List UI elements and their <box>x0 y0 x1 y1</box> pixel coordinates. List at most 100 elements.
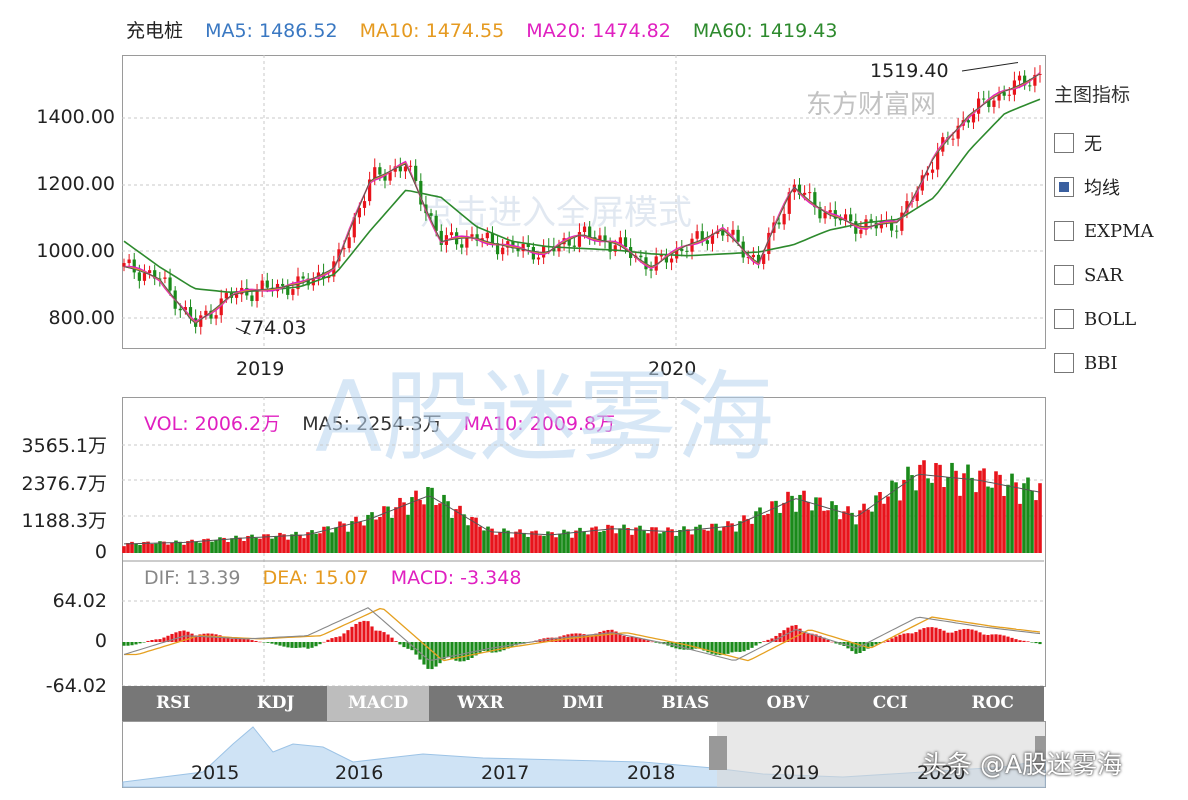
candle-body <box>966 120 970 123</box>
volume-bar <box>858 510 862 553</box>
tab-macd[interactable]: MACD <box>326 686 430 721</box>
candle-body <box>291 289 295 295</box>
macd-bar <box>898 634 902 642</box>
volume-bar <box>558 533 562 553</box>
volume-bar <box>194 541 198 553</box>
candle-body <box>736 229 740 242</box>
macd-bar <box>726 642 730 654</box>
candle-body <box>168 277 172 291</box>
macd-bar <box>830 641 834 643</box>
macd-bar <box>906 633 910 642</box>
volume-bar <box>806 501 810 553</box>
macd-bar <box>986 634 990 642</box>
candle-body <box>1017 75 1022 81</box>
macd-bar <box>606 629 610 642</box>
volume-bar <box>306 532 310 553</box>
volume-bar <box>766 513 770 553</box>
overview-navigator[interactable]: 2015 2016 2017 2018 2019 2020 <box>122 721 1046 788</box>
volume-bar <box>350 521 354 553</box>
tab-roc[interactable]: ROC <box>942 686 1044 721</box>
tab-rsi[interactable]: RSI <box>122 686 224 721</box>
volume-bar <box>678 529 682 553</box>
volume-bar <box>270 538 274 553</box>
volume-bar <box>134 543 138 553</box>
tab-obv[interactable]: OBV <box>737 686 839 721</box>
volume-bar <box>602 530 606 553</box>
range-handle-left[interactable] <box>709 736 727 770</box>
tab-dmi[interactable]: DMI <box>532 686 634 721</box>
overview-year: 2019 <box>771 762 820 784</box>
volume-bar <box>958 495 962 553</box>
macd-bar <box>374 630 378 642</box>
volume-bar <box>1034 500 1038 553</box>
tab-cci[interactable]: CCI <box>839 686 941 721</box>
volume-bar <box>974 492 978 553</box>
macd-bar <box>358 621 362 642</box>
macd-bar <box>202 633 206 642</box>
volume-bar <box>954 470 958 553</box>
tab-bias[interactable]: BIAS <box>634 686 736 721</box>
tab-kdj[interactable]: KDJ <box>224 686 326 721</box>
macd-bar <box>870 642 874 647</box>
macd-bar <box>1038 642 1042 645</box>
volume-bar <box>810 510 814 553</box>
candle-body <box>572 245 576 247</box>
macd-bar <box>274 642 278 645</box>
volume-bar <box>366 514 370 553</box>
macd-bar <box>138 642 142 644</box>
indicator-tabs: RSI KDJ MACD WXR DMI BIAS OBV CCI ROC <box>122 686 1044 721</box>
volume-bar <box>986 486 990 553</box>
volume-bar <box>662 531 666 553</box>
volume-bar <box>842 511 846 553</box>
macd-bar <box>126 642 130 646</box>
ma60-line <box>123 98 1041 294</box>
overview-year: 2015 <box>191 762 240 784</box>
candle-body <box>224 292 228 299</box>
candle-body <box>470 234 474 237</box>
volume-bar <box>1038 483 1042 553</box>
volume-bar <box>362 525 366 553</box>
tab-wxr[interactable]: WXR <box>429 686 531 721</box>
macd-bar <box>990 634 994 642</box>
macd-bar <box>282 642 286 647</box>
macd-bar <box>622 635 626 642</box>
macd-bar <box>934 627 938 642</box>
candle-body <box>577 232 582 247</box>
macd-bar <box>626 636 630 642</box>
macd-bar <box>394 641 398 642</box>
volume-bar <box>882 503 886 553</box>
chart-svg <box>122 55 1044 687</box>
candle-body <box>639 255 643 258</box>
volume-bar <box>822 510 826 553</box>
volume-bar <box>342 523 346 553</box>
macd-bar <box>266 642 270 643</box>
volume-bar <box>646 533 650 553</box>
candle-body <box>378 167 382 175</box>
candle-body <box>669 258 674 263</box>
candle-body <box>214 315 218 319</box>
candle-body <box>142 273 147 281</box>
volume-bar <box>730 523 734 553</box>
macd-bar <box>290 642 294 648</box>
candle-body <box>536 257 541 260</box>
volume-bar <box>942 487 946 553</box>
macd-bar <box>750 642 754 648</box>
volume-bar <box>754 511 758 553</box>
macd-bar <box>938 628 942 642</box>
volume-bar <box>854 524 858 553</box>
volume-bar <box>438 503 442 553</box>
macd-bar <box>462 642 466 662</box>
macd-bar <box>486 642 490 653</box>
volume-bar <box>570 537 574 553</box>
volume-bar <box>282 534 286 553</box>
volume-bar <box>386 506 390 553</box>
volume-bar <box>962 473 966 553</box>
macd-bar <box>286 642 290 648</box>
macd-bar <box>298 642 302 648</box>
volume-bar <box>274 536 278 553</box>
macd-bar <box>914 632 918 642</box>
volume-bar <box>642 530 646 553</box>
macd-bar <box>970 629 974 642</box>
candle-body <box>695 231 699 239</box>
macd-bar <box>170 633 174 642</box>
